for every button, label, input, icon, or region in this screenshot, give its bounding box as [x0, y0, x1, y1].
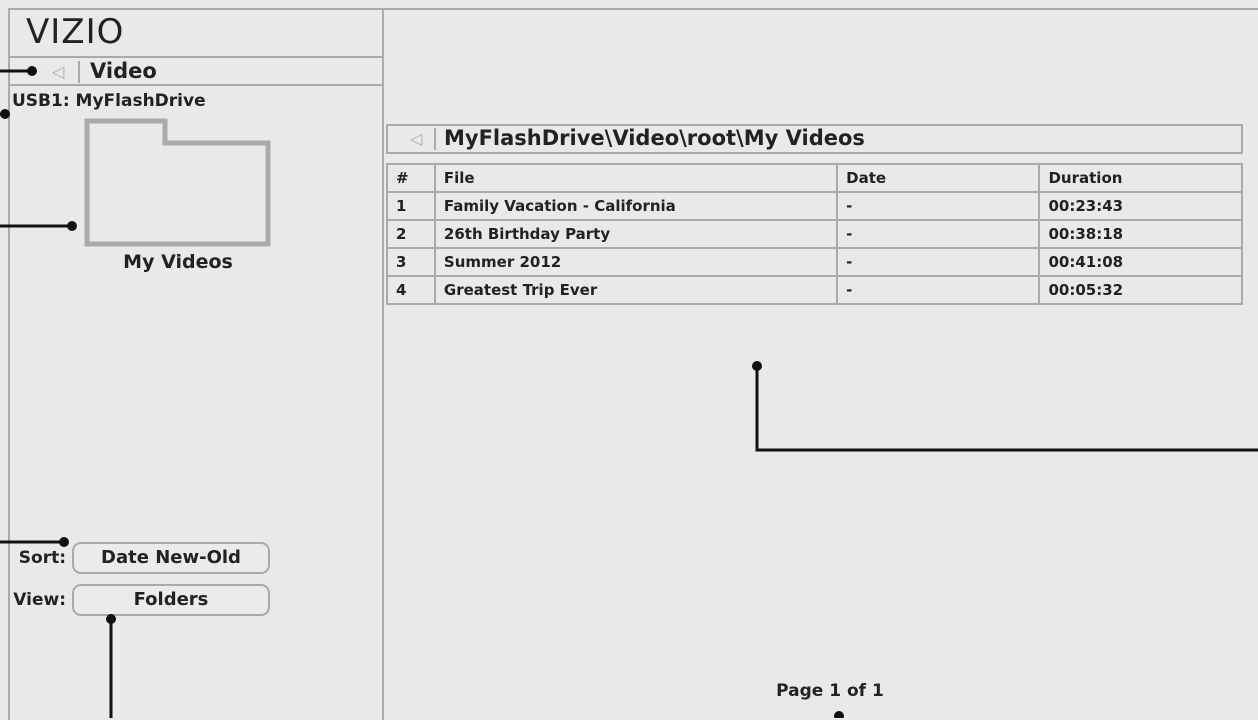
path-text: MyFlashDrive\Video\root\My Videos: [444, 126, 865, 150]
row-file: Family Vacation - California: [433, 191, 839, 221]
row-duration: 00:38:18: [1038, 219, 1243, 249]
table-row[interactable]: 3 Summer 2012 - 00:41:08: [386, 247, 1243, 277]
row-date: -: [836, 275, 1041, 305]
vizio-logo: VIZIO: [26, 12, 125, 52]
header-date: Date: [836, 163, 1041, 193]
table-header-row: # File Date Duration: [386, 163, 1243, 193]
path-back-arrow-icon[interactable]: ◁: [410, 128, 436, 150]
file-table: # File Date Duration 1 Family Vacation -…: [386, 163, 1243, 305]
row-date: -: [836, 191, 1041, 221]
path-bar: ◁ MyFlashDrive\Video\root\My Videos: [386, 124, 1243, 154]
row-number: 1: [386, 191, 436, 221]
table-row[interactable]: 4 Greatest Trip Ever - 00:05:32: [386, 275, 1243, 305]
table-row[interactable]: 1 Family Vacation - California - 00:23:4…: [386, 191, 1243, 221]
row-date: -: [836, 247, 1041, 277]
view-button[interactable]: Folders: [72, 584, 270, 616]
table-row[interactable]: 2 26th Birthday Party - 00:38:18: [386, 219, 1243, 249]
view-label: View:: [13, 590, 66, 610]
right-panel: [384, 8, 1258, 720]
back-arrow-icon[interactable]: ◁: [52, 61, 80, 83]
header-file: File: [433, 163, 839, 193]
sort-button[interactable]: Date New-Old: [72, 542, 270, 574]
header-number: #: [386, 163, 436, 193]
header-duration: Duration: [1038, 163, 1243, 193]
folder-label[interactable]: My Videos: [80, 251, 276, 273]
folder-icon[interactable]: [84, 118, 274, 248]
row-number: 3: [386, 247, 436, 277]
row-file: Greatest Trip Ever: [433, 275, 839, 305]
row-number: 4: [386, 275, 436, 305]
nav-title: Video: [90, 59, 157, 83]
nav-header: ◁ Video: [8, 56, 384, 86]
row-duration: 00:23:43: [1038, 191, 1243, 221]
row-duration: 00:41:08: [1038, 247, 1243, 277]
row-date: -: [836, 219, 1041, 249]
row-file: 26th Birthday Party: [433, 219, 839, 249]
row-duration: 00:05:32: [1038, 275, 1243, 305]
row-number: 2: [386, 219, 436, 249]
source-label: USB1: MyFlashDrive: [12, 91, 206, 111]
page-indicator: Page 1 of 1: [776, 681, 884, 701]
row-file: Summer 2012: [433, 247, 839, 277]
sort-label: Sort:: [18, 548, 66, 568]
